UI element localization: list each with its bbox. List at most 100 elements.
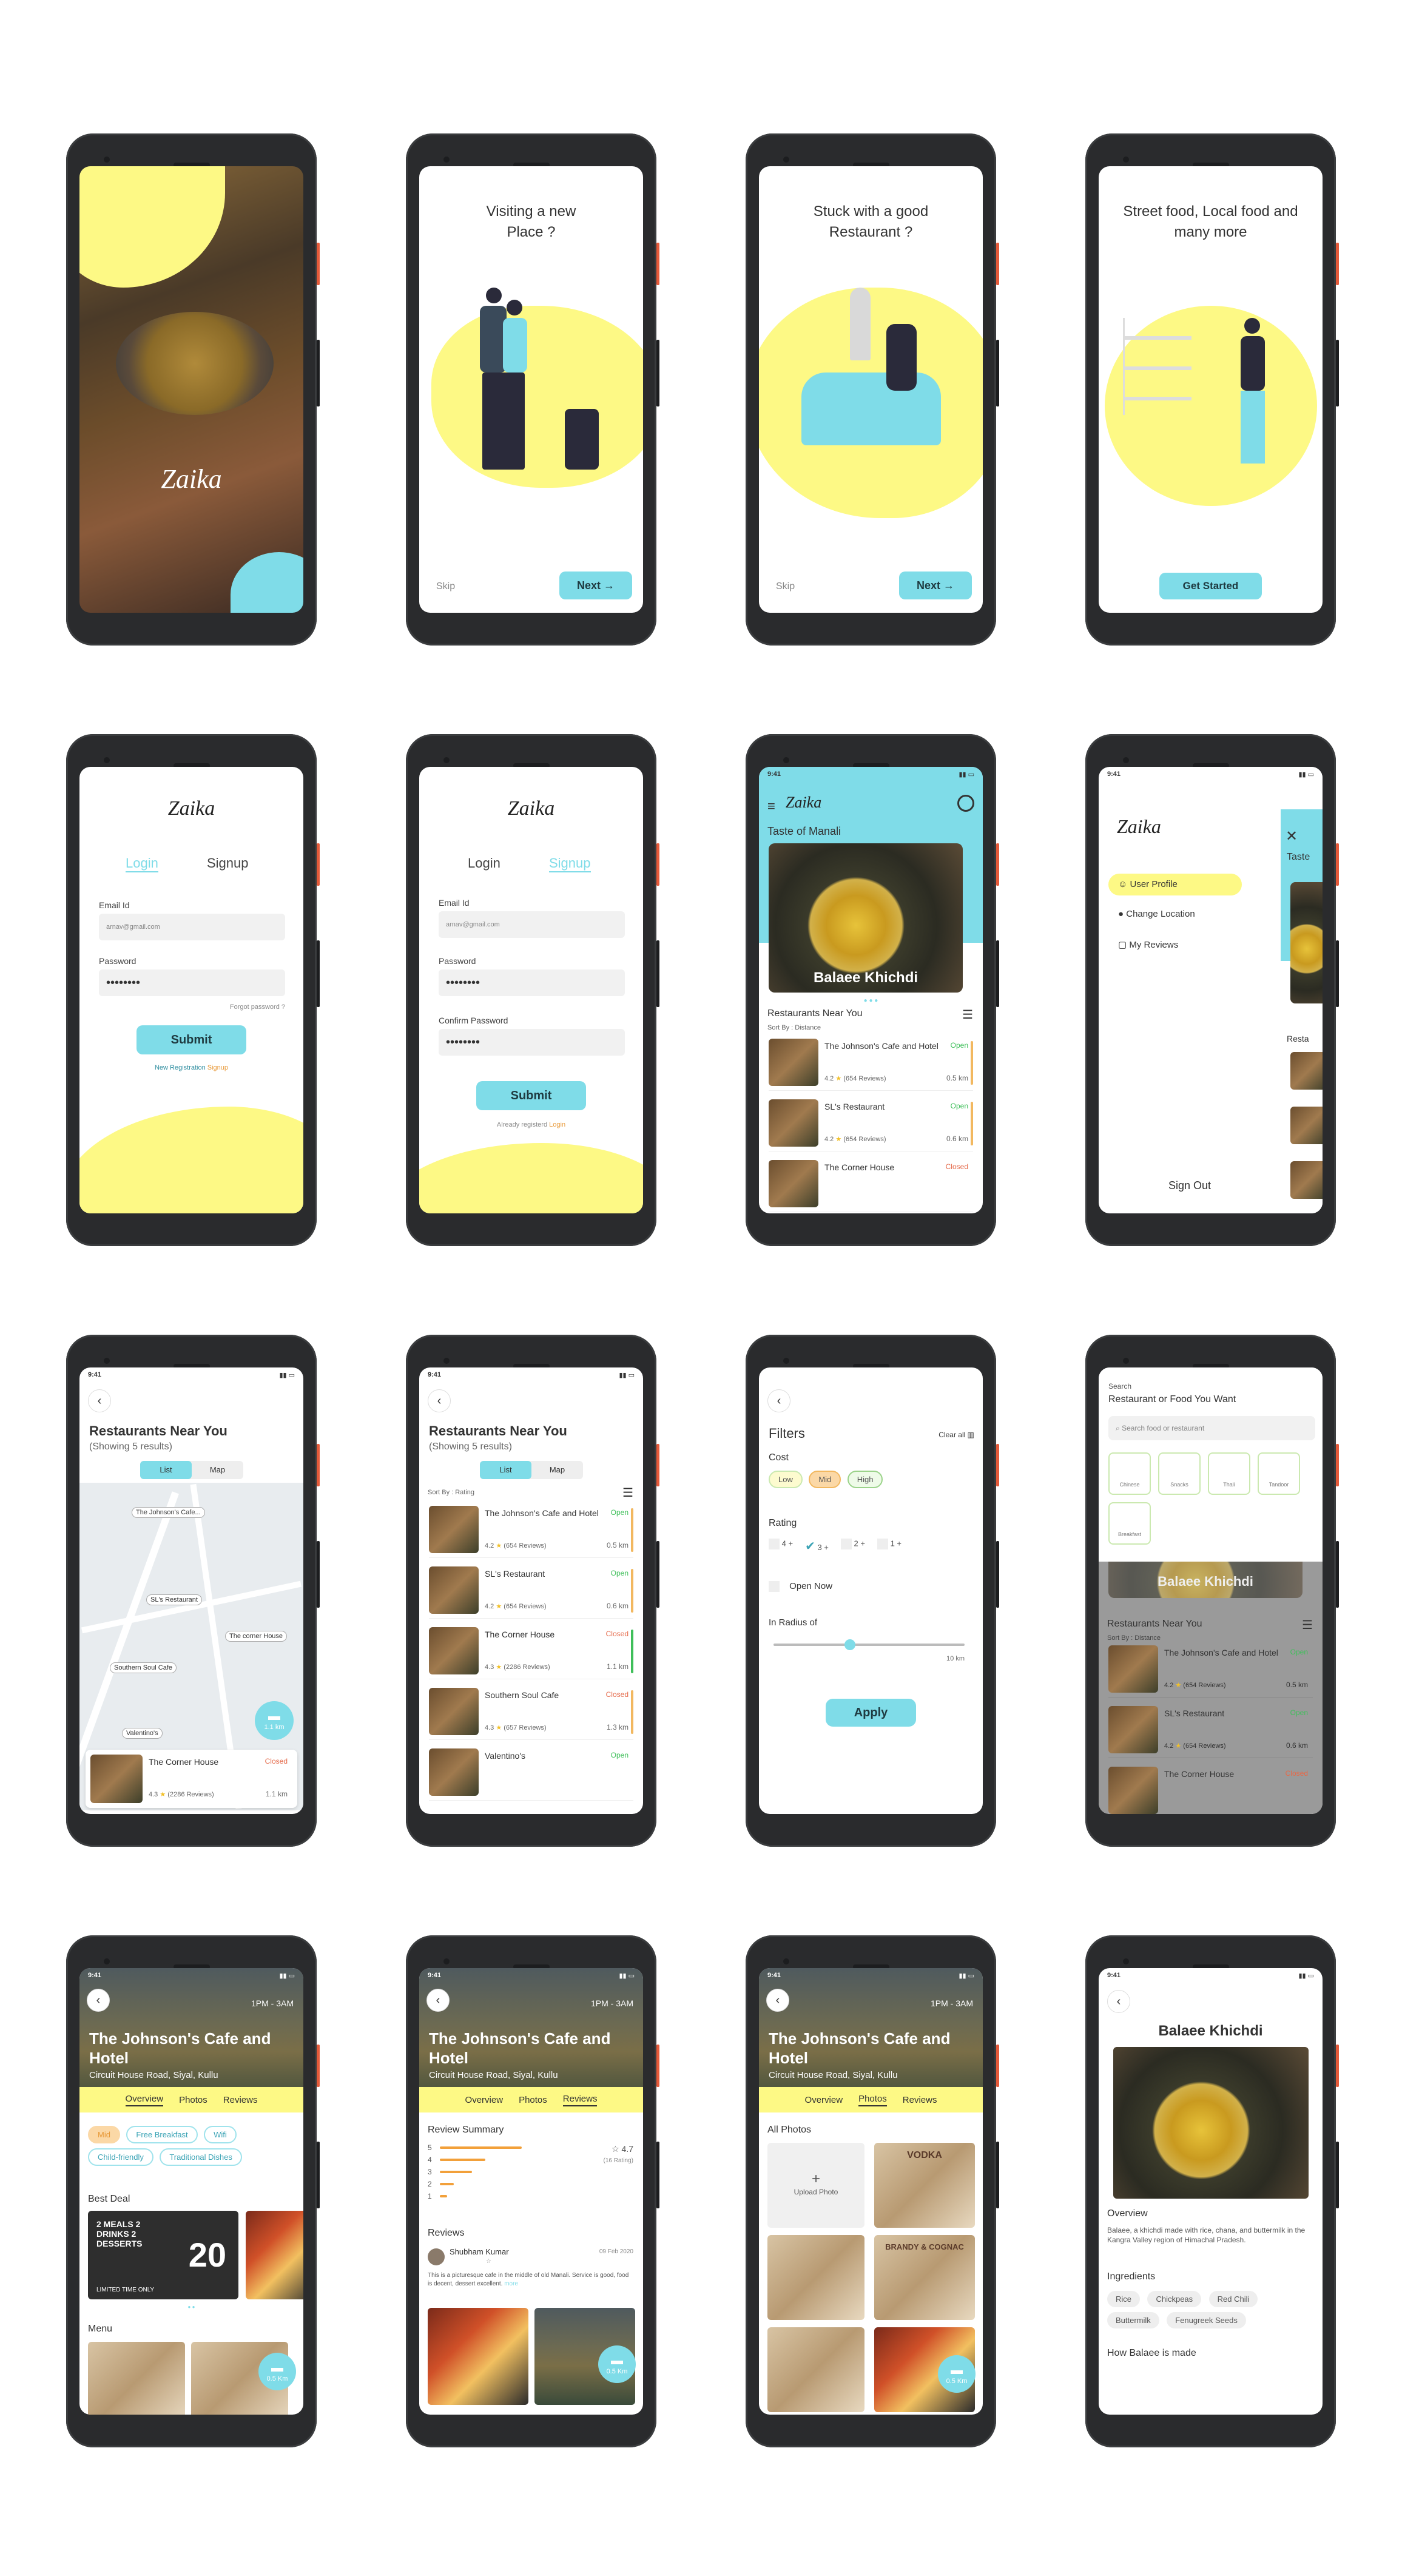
drawer-item-user-profile[interactable]: ☺ User Profile (1108, 874, 1242, 895)
sign-out-button[interactable]: Sign Out (1099, 1179, 1281, 1192)
menu-image[interactable] (88, 2342, 185, 2415)
list-item[interactable]: The Corner House Closed 4.3 ★ (2286 Review… (429, 1622, 633, 1679)
tab-photos[interactable]: Photos (858, 2094, 887, 2106)
back-button[interactable]: ‹ (767, 1389, 790, 1412)
list-item[interactable]: SL's Restaurant Open 4.2 ★ (654 Reviews) 0.… (769, 1094, 973, 1151)
tab-reviews[interactable]: Reviews (903, 2095, 937, 2105)
car-distance-button[interactable]: ▬ 1.1 km (255, 1701, 294, 1740)
confirm-password-field[interactable]: •••••••• (439, 1029, 625, 1056)
map-result-card[interactable]: The Corner House Closed 4.3 ★ (2286 Review… (86, 1750, 297, 1808)
filter-icon[interactable]: ☰ (962, 1007, 973, 1022)
close-icon[interactable]: ✕ (1286, 828, 1298, 845)
tab-photos[interactable]: Photos (519, 2095, 547, 2105)
tab-signup[interactable]: Signup (207, 855, 249, 871)
deal-card[interactable]: 2 MEALS 2 DRINKS 2 DESSERTS 20 LIMITED T… (88, 2211, 238, 2299)
back-button[interactable]: ‹ (87, 1989, 110, 2012)
review-photo[interactable] (428, 2308, 528, 2405)
sort-label[interactable]: Sort By : Distance (767, 1024, 821, 1031)
onboarding-1-next-button[interactable]: Next → (559, 572, 632, 599)
rating-option[interactable]: ✔ 3 + (805, 1539, 829, 1554)
tab-photos[interactable]: Photos (179, 2095, 207, 2105)
photo-thumb[interactable]: VODKA (874, 2143, 975, 2228)
photo-thumb[interactable] (767, 2327, 864, 2412)
category-tandoor[interactable]: Tandoor (1258, 1452, 1300, 1495)
tab-map[interactable]: Map (192, 1461, 243, 1479)
list-item[interactable]: Southern Soul Cafe Closed 4.3 ★ (657 Revie… (429, 1683, 633, 1740)
tab-reviews[interactable]: Reviews (562, 2094, 598, 2106)
map-pin-label[interactable]: The Johnson's Cafe... (132, 1507, 205, 1518)
email-field[interactable]: arnav@gmail.com (439, 911, 625, 938)
radius-slider-thumb[interactable] (844, 1639, 855, 1650)
tab-map[interactable]: Map (531, 1461, 583, 1479)
filter-icon[interactable]: ☰ (1302, 1617, 1313, 1633)
clear-all-button[interactable]: Clear all ▥ (939, 1431, 974, 1439)
deal-card-2[interactable] (246, 2211, 303, 2299)
drawer-item-change-location[interactable]: ● Change Location (1118, 909, 1195, 919)
drawer-backdrop[interactable]: ✕ Taste Resta (1281, 767, 1323, 1213)
cost-option-mid[interactable]: Mid (809, 1471, 841, 1488)
photo-thumb[interactable] (767, 2235, 864, 2320)
list-item[interactable]: SL's Restaurant Open 4.2 ★ (654 Reviews) 0.… (429, 1562, 633, 1619)
tab-overview[interactable]: Overview (805, 2095, 843, 2105)
email-field[interactable]: arnav@gmail.com (99, 914, 285, 940)
category-snacks[interactable]: Snacks (1158, 1452, 1201, 1495)
menu-icon[interactable]: ≡ (767, 798, 775, 814)
car-distance-button[interactable]: ▬ 0.5 Km (598, 2345, 636, 2383)
map-pin-label[interactable]: The corner House (225, 1631, 288, 1642)
cost-option-high[interactable]: High (847, 1471, 883, 1488)
search-input[interactable]: ⌕ Search food or restaurant (1108, 1416, 1315, 1440)
tab-list[interactable]: List (480, 1461, 531, 1479)
signup-submit-button[interactable]: Submit (476, 1081, 586, 1110)
read-more-link[interactable]: more (504, 2281, 518, 2287)
photo-thumb[interactable]: BRANDY & COGNAC (874, 2235, 975, 2320)
back-button[interactable]: ‹ (766, 1989, 789, 2012)
category-chinese[interactable]: Chinese (1108, 1452, 1151, 1495)
get-started-button[interactable]: Get Started (1159, 573, 1262, 599)
radius-slider[interactable] (773, 1639, 965, 1650)
category-breakfast[interactable]: Breakfast (1108, 1502, 1151, 1545)
filter-icon[interactable]: ☰ (622, 1485, 633, 1500)
signup-link[interactable]: Signup (207, 1064, 228, 1071)
category-thali[interactable]: Thali (1208, 1452, 1250, 1495)
tab-login[interactable]: Login (468, 855, 500, 871)
onboarding-2-next-button[interactable]: Next → (899, 572, 972, 599)
onboarding-1-skip[interactable]: Skip (436, 581, 455, 592)
password-field[interactable]: •••••••• (99, 969, 285, 996)
list-item[interactable]: The Johnson's Cafe and Hotel Open 4.2 ★ (6… (769, 1034, 973, 1091)
back-button[interactable]: ‹ (1107, 1990, 1130, 2013)
drawer-item-my-reviews[interactable]: ▢ My Reviews (1118, 939, 1178, 950)
upload-photo-button[interactable]: + Upload Photo (767, 2143, 864, 2228)
rating-option[interactable]: 4 + (769, 1539, 793, 1554)
tab-overview[interactable]: Overview (465, 2095, 504, 2105)
map-pin-label[interactable]: Southern Soul Cafe (110, 1662, 177, 1673)
forgot-password-link[interactable]: Forgot password ? (230, 1003, 285, 1011)
login-submit-button[interactable]: Submit (136, 1025, 246, 1054)
tab-list[interactable]: List (140, 1461, 192, 1479)
list-item[interactable]: The Johnson's Cafe and Hotel Open 4.2 ★ (6… (429, 1501, 633, 1558)
rating-option[interactable]: 1 + (877, 1539, 902, 1554)
open-now-option[interactable]: Open Now (769, 1581, 832, 1593)
sort-label[interactable]: Sort By : Rating (428, 1489, 474, 1496)
search-icon[interactable] (957, 795, 974, 812)
password-field[interactable]: •••••••• (439, 969, 625, 996)
list-item[interactable]: The Johnson's Cafe and Hotel Open 4.2 ★ (6… (1108, 1640, 1313, 1698)
onboarding-2-skip[interactable]: Skip (776, 581, 795, 592)
list-item[interactable]: SL's Restaurant Open 4.2 ★ (654 Reviews) 0.… (1108, 1701, 1313, 1758)
list-item[interactable]: The Corner House Closed (769, 1155, 973, 1212)
cost-option-low[interactable]: Low (769, 1471, 803, 1488)
apply-button[interactable]: Apply (826, 1699, 916, 1727)
tab-overview[interactable]: Overview (125, 2094, 164, 2106)
car-distance-button[interactable]: ▬ 0.5 Km (938, 2355, 976, 2393)
rating-option[interactable]: 2 + (840, 1539, 865, 1554)
list-item[interactable]: Valentino's Open (429, 1744, 633, 1801)
list-item[interactable]: The Corner House Closed (1108, 1762, 1313, 1814)
back-button[interactable]: ‹ (426, 1989, 450, 2012)
tab-signup[interactable]: Signup (549, 855, 591, 872)
map-pin-label[interactable]: SL's Restaurant (146, 1594, 202, 1605)
login-link[interactable]: Login (549, 1121, 565, 1128)
car-distance-button[interactable]: ▬ 0.5 Km (258, 2353, 296, 2390)
tab-reviews[interactable]: Reviews (223, 2095, 258, 2105)
back-button[interactable]: ‹ (428, 1389, 451, 1412)
tab-login[interactable]: Login (126, 855, 158, 872)
back-button[interactable]: ‹ (88, 1389, 111, 1412)
